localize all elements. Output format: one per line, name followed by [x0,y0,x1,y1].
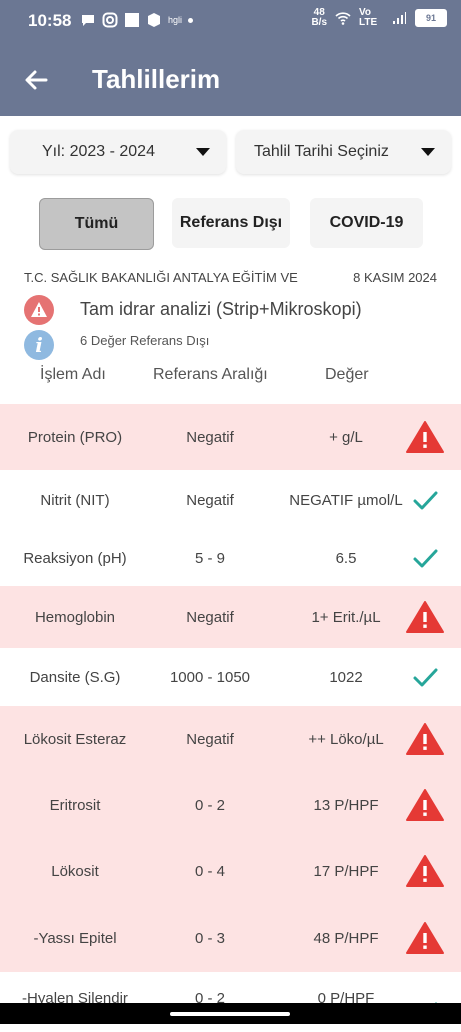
image-icon [125,13,139,27]
row-reference: Negatif [186,491,234,509]
dot-icon [188,17,194,23]
table-row[interactable]: Eritrosit 0 - 2 13 P/HPF [0,772,461,838]
row-name: Protein (PRO) [27,428,123,446]
year-select-label: Yıl: 2023 - 2024 [42,143,155,160]
warning-triangle-icon [406,421,444,453]
row-reference: Negatif [186,608,234,626]
row-value: 1022 [329,668,363,686]
row-value: ++ Löko/µL [308,730,384,748]
warning-triangle-icon [406,922,444,954]
row-reference: 0 - 3 [194,929,225,947]
row-value: 6.5 [335,549,357,567]
row-reference: 1000 - 1050 [169,668,251,686]
check-icon [413,668,438,687]
filter-button-out-of-range[interactable]: Referans Dışı [172,198,290,248]
date-select-label: Tahlil Tarihi Seçiniz [254,143,389,160]
row-name: Dansite (S.G) [29,668,121,686]
column-header-name: İşlem Adı [40,366,106,383]
check-icon [413,491,438,510]
test-name[interactable]: Tam idrar analizi (Strip+Mikroskopi) [80,299,362,320]
table-row[interactable]: Hemoglobin Negatif 1+ Erit./µL [0,586,461,648]
caret-down-icon [196,148,210,156]
table-row[interactable]: Nitrit (NIT) Negatif NEGATIF µmol/L [0,470,461,530]
wifi-icon [335,12,351,25]
row-reference: Negatif [186,730,234,748]
arrow-left-icon[interactable] [22,66,50,94]
row-reference: 5 - 9 [194,549,225,567]
chat-icon [82,15,94,26]
app-bar: Tahlillerim [0,44,461,116]
battery-icon: 91 [415,9,447,27]
table-row[interactable]: Dansite (S.G) 1000 - 1050 1022 [0,648,461,706]
table-row[interactable]: Lökosit 0 - 4 17 P/HPF [0,838,461,904]
row-name: Lökosit [51,862,99,880]
row-reference: 0 - 2 [194,990,225,1007]
row-name: Lökosit Esteraz [23,730,127,748]
row-name: -Hyalen Silendir [22,990,128,1007]
table-row[interactable]: -Yassı Epitel 0 - 3 48 P/HPF [0,904,461,972]
net-speed: 48 B/s [311,8,327,28]
institution-name: T.C. SAĞLIK BAKANLIĞI ANTALYA EĞİTİM VE [24,270,298,285]
filter-button-all[interactable]: Tümü [39,198,154,250]
carrier-label: hgli [168,15,183,25]
notification-icons: hgli [80,12,194,28]
box-icon [148,13,160,27]
home-handle[interactable] [170,1012,290,1016]
check-icon [413,549,438,568]
row-value: 48 P/HPF [313,929,379,947]
row-name: Eritrosit [49,796,101,814]
status-bar: 10:58 hgli 48 B/s Vo LTE 91 [0,0,461,44]
system-icons: 48 B/s Vo LTE 91 [311,8,447,28]
page-title: Tahlillerim [92,64,221,94]
signal-icon [393,12,406,24]
row-name: Nitrit (NIT) [40,491,110,509]
table-row[interactable]: Protein (PRO) Negatif + g/L [0,404,461,470]
column-header-value: Değer [325,366,369,383]
row-reference: 0 - 2 [194,796,225,814]
out-of-range-count: 6 Değer Referans Dışı [80,333,210,348]
row-value: 17 P/HPF [313,862,379,880]
instagram-icon [102,12,118,28]
report-date: 8 KASIM 2024 [353,270,437,285]
column-header-reference: Referans Aralığı [153,366,268,383]
row-value: 13 P/HPF [313,796,379,814]
caret-down-icon [421,148,435,156]
warning-triangle-icon [406,723,444,755]
warning-triangle-icon [406,789,444,821]
warning-circle-icon [24,295,54,325]
table-row[interactable]: Lökosit Esteraz Negatif ++ Löko/µL [0,706,461,772]
row-value: NEGATIF µmol/L [289,491,403,509]
year-select[interactable]: Yıl: 2023 - 2024 [10,130,226,174]
row-reference: 0 - 4 [194,862,225,880]
row-value: + g/L [329,428,363,446]
status-time: 10:58 [28,11,72,30]
net-speed-unit: B/s [311,17,327,28]
lte-label: Vo LTE [359,7,378,28]
row-value: 1+ Erit./µL [311,608,381,626]
warning-triangle-icon [406,855,444,887]
navigation-bar [0,1003,461,1024]
row-name: -Yassı Epitel [33,929,117,947]
warning-triangle-icon [406,601,444,633]
row-name: Hemoglobin [34,608,116,626]
table-row[interactable]: Reaksiyon (pH) 5 - 9 6.5 [0,530,461,586]
date-select[interactable]: Tahlil Tarihi Seçiniz [236,130,451,174]
filter-button-covid[interactable]: COVID-19 [310,198,423,248]
row-value: 0 P/HPF [317,990,375,1007]
row-reference: Negatif [186,428,234,446]
row-name: Reaksiyon (pH) [23,549,127,567]
info-icon: i [24,330,54,360]
